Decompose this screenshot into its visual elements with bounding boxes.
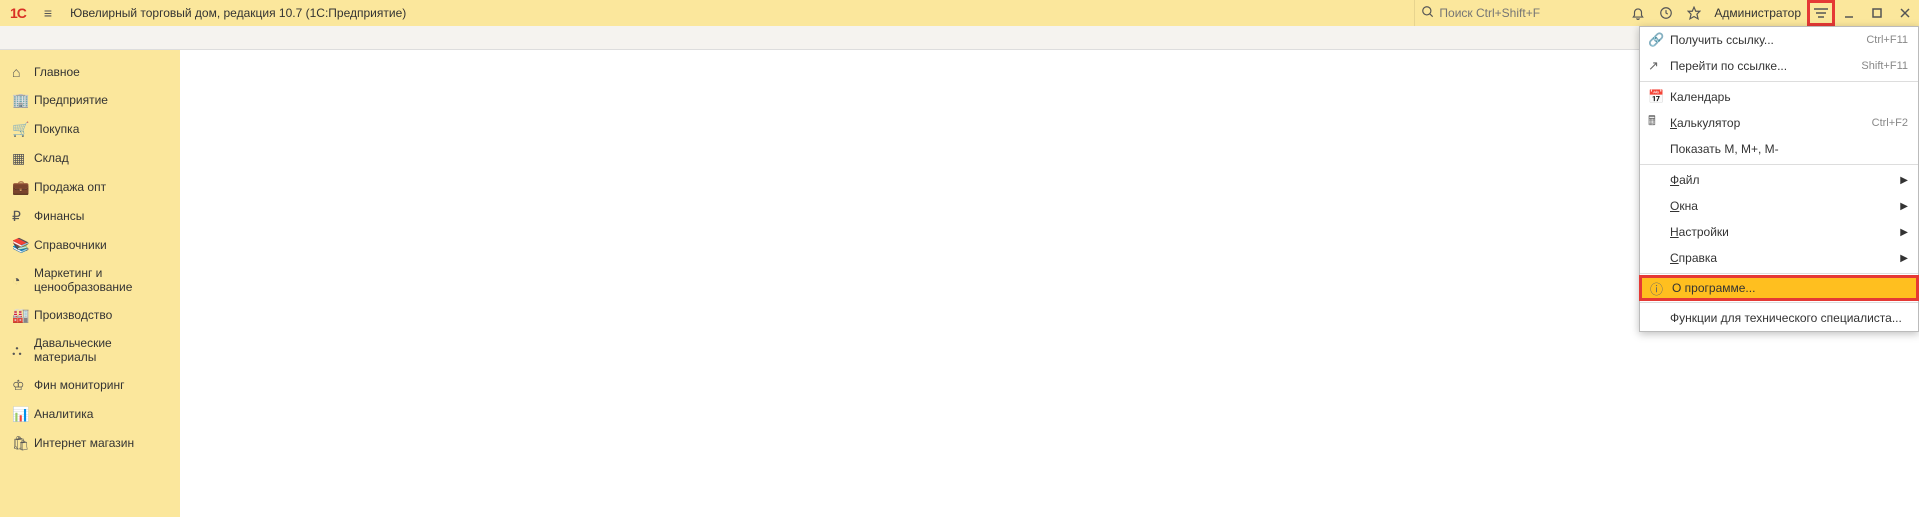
chevron-right-icon: ▶: [1900, 201, 1908, 212]
sidebar-item-label: Склад: [34, 151, 69, 165]
history-icon[interactable]: [1652, 0, 1680, 26]
sidebar-icon: 🛒: [12, 121, 34, 138]
minimize-icon[interactable]: [1835, 0, 1863, 26]
dropdown-item-label: Функции для технического специалиста...: [1670, 311, 1908, 325]
sidebar-item-7[interactable]: ◔Маркетинг и ценообразование: [0, 260, 180, 301]
dropdown-separator: [1640, 164, 1918, 165]
dropdown-item-icon: ⓘ: [1650, 279, 1672, 298]
sidebar-item-8[interactable]: 🏭Производство: [0, 301, 180, 330]
sidebar-item-label: Покупка: [34, 122, 79, 136]
dropdown-item-7[interactable]: Файл ▶: [1640, 167, 1918, 193]
sidebar-icon: 🛍: [12, 435, 34, 452]
dropdown-item-label: Настройки: [1670, 225, 1894, 239]
settings-dropdown: 🔗Получить ссылку...Ctrl+F11↗Перейти по с…: [1639, 26, 1919, 332]
search-icon: [1421, 5, 1435, 22]
sidebar-item-label: Финансы: [34, 209, 84, 223]
dropdown-item-label: Перейти по ссылке...: [1670, 59, 1861, 73]
dropdown-item-3[interactable]: 📅Календарь: [1640, 84, 1918, 110]
titlebar-right: Администратор: [1414, 0, 1919, 26]
dropdown-item-label: Калькулятор: [1670, 116, 1872, 130]
sidebar-item-label: Фин мониторинг: [34, 378, 124, 392]
dropdown-item-label: Справка: [1670, 251, 1894, 265]
sidebar-item-9[interactable]: ⛬Давальческие материалы: [0, 330, 180, 371]
dropdown-item-label: Получить ссылку...: [1670, 33, 1866, 47]
sidebar-item-1[interactable]: 🏢Предприятие: [0, 86, 180, 115]
search-wrap: [1414, 0, 1624, 26]
user-label[interactable]: Администратор: [1708, 6, 1807, 20]
main: ⌂Главное🏢Предприятие🛒Покупка▦Склад💼Прода…: [0, 50, 1919, 517]
sidebar-item-2[interactable]: 🛒Покупка: [0, 115, 180, 144]
sidebar-item-label: Справочники: [34, 238, 107, 252]
sidebar-icon: ⛬: [12, 342, 34, 359]
sidebar-icon: 📊: [12, 406, 34, 423]
star-icon[interactable]: [1680, 0, 1708, 26]
dropdown-shortcut: Ctrl+F2: [1872, 117, 1908, 129]
chevron-right-icon: ▶: [1900, 253, 1908, 264]
sidebar-item-label: Маркетинг и ценообразование: [34, 266, 170, 295]
dropdown-item-9[interactable]: Настройки ▶: [1640, 219, 1918, 245]
sidebar-icon: ◔: [12, 272, 34, 288]
close-icon[interactable]: [1891, 0, 1919, 26]
dropdown-item-label: Окна: [1670, 199, 1894, 213]
dropdown-item-14[interactable]: Функции для технического специалиста...: [1640, 305, 1918, 331]
dropdown-separator: [1640, 273, 1918, 274]
sidebar-item-4[interactable]: 💼Продажа опт: [0, 173, 180, 202]
dropdown-item-12[interactable]: ⓘО программе...: [1639, 275, 1919, 301]
dropdown-item-icon: 🖩: [1648, 112, 1670, 134]
dropdown-item-8[interactable]: Окна ▶: [1640, 193, 1918, 219]
dropdown-item-label: Показать M, M+, M-: [1670, 142, 1908, 156]
sidebar-icon: 💼: [12, 179, 34, 196]
sidebar-icon: 🏢: [12, 92, 34, 109]
sidebar-item-label: Предприятие: [34, 93, 108, 107]
sidebar: ⌂Главное🏢Предприятие🛒Покупка▦Склад💼Прода…: [0, 50, 180, 517]
maximize-icon[interactable]: [1863, 0, 1891, 26]
bell-icon[interactable]: [1624, 0, 1652, 26]
sidebar-icon: ₽: [12, 208, 34, 225]
search-input[interactable]: [1435, 4, 1605, 22]
sidebar-icon: ▦: [12, 150, 34, 167]
sidebar-item-label: Главное: [34, 65, 80, 79]
sidebar-icon: 📚: [12, 237, 34, 254]
sidebar-item-3[interactable]: ▦Склад: [0, 144, 180, 173]
dropdown-shortcut: Ctrl+F11: [1866, 34, 1908, 46]
menu-icon[interactable]: ≡: [34, 5, 62, 21]
dropdown-item-1[interactable]: ↗Перейти по ссылке...Shift+F11: [1640, 53, 1918, 79]
dropdown-item-0[interactable]: 🔗Получить ссылку...Ctrl+F11: [1640, 27, 1918, 53]
settings-menu-button[interactable]: [1807, 0, 1835, 26]
app-title: Ювелирный торговый дом, редакция 10.7 (1…: [62, 6, 406, 20]
chevron-right-icon: ▶: [1900, 175, 1908, 186]
dropdown-item-5[interactable]: Показать M, M+, M-: [1640, 136, 1918, 162]
sidebar-item-0[interactable]: ⌂Главное: [0, 58, 180, 86]
sidebar-icon: 🏭: [12, 307, 34, 324]
sidebar-item-label: Продажа опт: [34, 180, 106, 194]
sidebar-icon: ⌂: [12, 64, 34, 80]
chevron-right-icon: ▶: [1900, 227, 1908, 238]
sidebar-item-label: Аналитика: [34, 407, 93, 421]
dropdown-item-icon: ↗: [1648, 58, 1670, 74]
app-logo: 1С: [0, 5, 34, 21]
dropdown-item-icon: 🔗: [1648, 32, 1670, 48]
dropdown-shortcut: Shift+F11: [1861, 60, 1908, 72]
sidebar-item-6[interactable]: 📚Справочники: [0, 231, 180, 260]
dropdown-item-icon: 📅: [1648, 89, 1670, 105]
sidebar-item-12[interactable]: 🛍Интернет магазин: [0, 429, 180, 458]
dropdown-item-label: Файл: [1670, 173, 1894, 187]
dropdown-item-10[interactable]: Справка ▶: [1640, 245, 1918, 271]
sidebar-item-label: Давальческие материалы: [34, 336, 170, 365]
dropdown-separator: [1640, 81, 1918, 82]
sidebar-item-label: Интернет магазин: [34, 436, 134, 450]
dropdown-item-4[interactable]: 🖩КалькуляторCtrl+F2: [1640, 110, 1918, 136]
dropdown-separator: [1640, 302, 1918, 303]
toolbar-secondary: [0, 26, 1919, 50]
titlebar: 1С ≡ Ювелирный торговый дом, редакция 10…: [0, 0, 1919, 26]
dropdown-item-label: Календарь: [1670, 90, 1908, 104]
dropdown-item-label: О программе...: [1672, 281, 1906, 295]
sidebar-item-5[interactable]: ₽Финансы: [0, 202, 180, 231]
sidebar-item-label: Производство: [34, 308, 112, 322]
sidebar-item-11[interactable]: 📊Аналитика: [0, 400, 180, 429]
sidebar-item-10[interactable]: ♔Фин мониторинг: [0, 371, 180, 400]
sidebar-icon: ♔: [12, 377, 34, 394]
